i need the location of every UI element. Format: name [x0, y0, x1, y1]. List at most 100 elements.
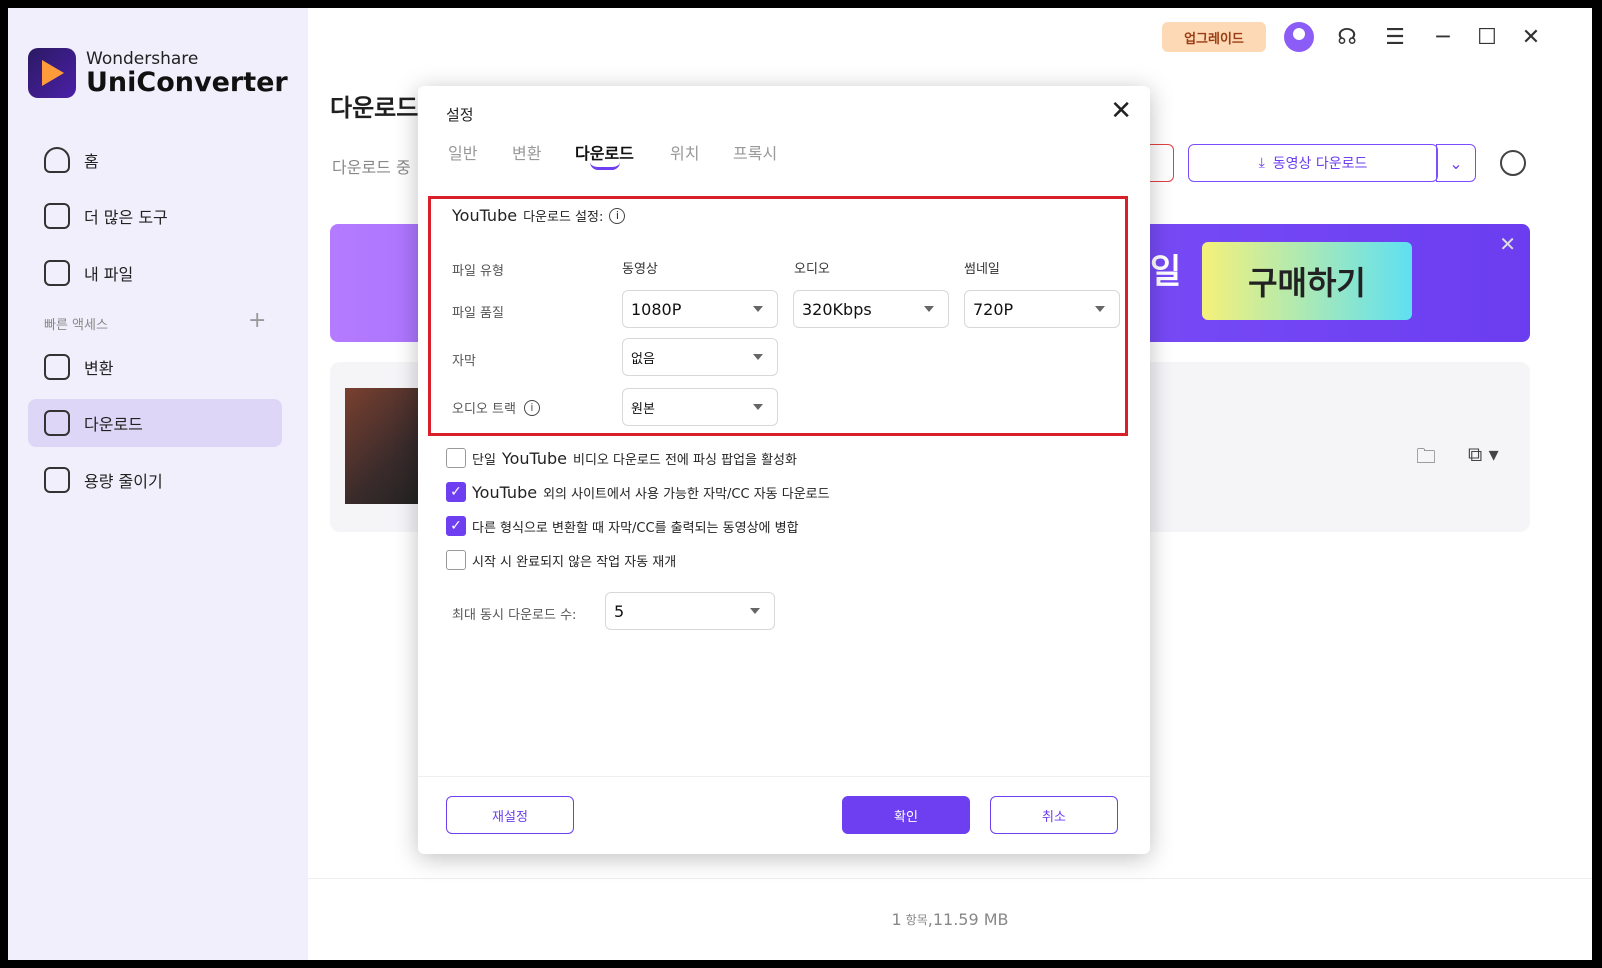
toolbox-icon: [44, 203, 70, 229]
checkbox-label-pre: 단일: [472, 452, 496, 468]
minimize-icon[interactable]: ─: [1428, 22, 1458, 52]
file-type-label: 파일 유형: [452, 264, 504, 279]
info-icon[interactable]: i: [523, 399, 540, 416]
total-size: ,11.59 MB: [927, 910, 1009, 929]
sidebar-item-my-files[interactable]: 내 파일: [28, 249, 282, 297]
dialog-divider: [418, 776, 1150, 777]
checkbox-label: 시작 시 완료되지 않은 작업 자동 재개: [472, 554, 677, 570]
crop-icon[interactable]: ⧉ ▾: [1468, 442, 1499, 466]
caret-down-icon: [750, 608, 760, 614]
home-icon: [44, 147, 70, 173]
banner-text: 일: [1150, 252, 1182, 292]
settings-gear-icon[interactable]: [1500, 150, 1526, 176]
caret-down-icon: [924, 306, 934, 312]
subtitle-label: 자막: [452, 354, 476, 369]
sidebar-item-convert[interactable]: 변환: [28, 343, 282, 391]
checkbox[interactable]: [446, 550, 466, 570]
settings-dialog: 설정 ✕ 일반 변환 다운로드 위치 프록시 YouTube 다운로드 설정: …: [418, 86, 1150, 854]
caret-down-icon: [1095, 306, 1105, 312]
audio-track-row: 오디오 트랙 i: [452, 398, 540, 417]
dialog-title: 설정: [446, 106, 474, 124]
checkbox-checked[interactable]: ✓: [446, 482, 466, 502]
status-footer: 1 항목 ,11.59 MB: [308, 878, 1592, 960]
audio-track-select[interactable]: 원본: [622, 388, 778, 426]
add-quick-access-icon[interactable]: +: [248, 308, 266, 333]
sidebar-item-compress[interactable]: 용량 줄이기: [28, 456, 282, 504]
buy-button[interactable]: 구매하기: [1202, 242, 1412, 320]
item-count: 1: [891, 910, 902, 929]
download-video-label: 동영상 다운로드: [1272, 156, 1368, 172]
col-video: 동영상: [622, 262, 658, 277]
audio-quality-value: 320Kbps: [802, 299, 872, 319]
checkbox-row-parse-popup[interactable]: 단일 YouTube 비디오 다운로드 전에 파싱 팝업을 활성화: [446, 448, 797, 468]
quick-access-label: 빠른 액세스: [44, 318, 108, 333]
thumbnail-quality-select[interactable]: 720P: [964, 290, 1120, 328]
item-count-unit: 항목: [905, 913, 928, 927]
caret-down-icon: [753, 404, 763, 410]
avatar-icon: [1284, 22, 1314, 52]
youtube-settings-title: YouTube 다운로드 설정: i: [452, 206, 626, 225]
brand-line1: Wondershare: [86, 49, 199, 69]
youtube-settings-sub: 다운로드 설정:: [523, 210, 604, 225]
checkbox-row-merge-subtitle[interactable]: ✓ 다른 형식으로 변환할 때 자막/CC를 출력되는 동영상에 병합: [446, 516, 799, 536]
banner-close-icon[interactable]: ✕: [1499, 232, 1516, 256]
checkbox-label-big: YouTube: [501, 448, 567, 468]
ok-button[interactable]: 확인: [842, 796, 970, 834]
logo-icon: [28, 48, 76, 98]
sidebar-item-home[interactable]: 홈: [28, 136, 282, 184]
caret-down-icon: [753, 306, 763, 312]
checkbox-label-post: 비디오 다운로드 전에 파싱 팝업을 활성화: [572, 452, 797, 468]
tab-convert[interactable]: 변환: [512, 140, 541, 164]
checkbox-row-auto-resume[interactable]: 시작 시 완료되지 않은 작업 자동 재개: [446, 550, 676, 570]
menu-icon[interactable]: ☰: [1380, 22, 1410, 52]
maximize-icon[interactable]: ☐: [1472, 22, 1502, 52]
max-concurrent-select[interactable]: 5: [605, 592, 775, 630]
tab-proxy[interactable]: 프록시: [733, 140, 777, 164]
subtitle-select[interactable]: 없음: [622, 338, 778, 376]
upgrade-button[interactable]: 업그레이드: [1162, 22, 1266, 52]
tab-downloading[interactable]: 다운로드 중: [332, 154, 411, 178]
support-icon[interactable]: ☊: [1332, 22, 1362, 52]
download-options-dropdown[interactable]: ⌄: [1436, 144, 1476, 182]
close-window-icon[interactable]: ✕: [1516, 22, 1546, 52]
video-thumbnail[interactable]: [345, 388, 425, 504]
account-button[interactable]: [1284, 22, 1314, 52]
sidebar-item-label: 다운로드: [84, 415, 143, 434]
checkbox-label: 다른 형식으로 변환할 때 자막/CC를 출력되는 동영상에 병합: [472, 520, 799, 536]
caret-down-icon: [753, 354, 763, 360]
cancel-button[interactable]: 취소: [990, 796, 1118, 834]
tab-general[interactable]: 일반: [448, 140, 477, 164]
max-concurrent-label: 최대 동시 다운로드 수:: [452, 608, 577, 623]
close-icon[interactable]: ✕: [1110, 96, 1132, 126]
sidebar: Wondershare UniConverter 홈 더 많은 도구 내 파일 …: [8, 8, 308, 960]
thumbnail-quality-value: 720P: [973, 299, 1014, 319]
tab-download[interactable]: 다운로드: [575, 140, 634, 164]
sidebar-item-download[interactable]: 다운로드: [28, 399, 282, 447]
brand-line2: UniConverter: [86, 67, 288, 98]
checkbox-label-post: 외의 사이트에서 사용 가능한 자막/CC 자동 다운로드: [543, 486, 830, 502]
youtube-label: YouTube: [452, 206, 518, 225]
checkbox-label-big: YouTube: [472, 482, 538, 502]
reset-button[interactable]: 재설정: [446, 796, 574, 834]
sidebar-item-label: 더 많은 도구: [84, 208, 168, 227]
audio-quality-select[interactable]: 320Kbps: [793, 290, 949, 328]
tab-location[interactable]: 위치: [670, 140, 699, 164]
audio-track-value: 원본: [631, 401, 655, 417]
max-concurrent-value: 5: [614, 601, 625, 621]
folder-icon[interactable]: 🗀: [1416, 442, 1436, 476]
col-thumbnail: 썸네일: [964, 262, 1000, 277]
audio-track-label: 오디오 트랙: [452, 402, 516, 417]
checkbox-row-auto-subtitle[interactable]: ✓ YouTube 외의 사이트에서 사용 가능한 자막/CC 자동 다운로드: [446, 482, 830, 502]
active-tab-indicator: [590, 162, 620, 170]
col-audio: 오디오: [794, 262, 830, 277]
checkbox[interactable]: [446, 448, 466, 468]
download-video-button[interactable]: ⤓ 동영상 다운로드: [1188, 144, 1438, 182]
sidebar-item-label: 홈: [84, 152, 99, 171]
sidebar-item-more-tools[interactable]: 더 많은 도구: [28, 192, 282, 240]
info-icon[interactable]: i: [609, 207, 626, 224]
subtitle-value: 없음: [631, 351, 655, 367]
checkbox-checked[interactable]: ✓: [446, 516, 466, 536]
video-quality-select[interactable]: 1080P: [622, 290, 778, 328]
convert-icon: [44, 354, 70, 380]
sidebar-item-label: 내 파일: [84, 265, 134, 284]
